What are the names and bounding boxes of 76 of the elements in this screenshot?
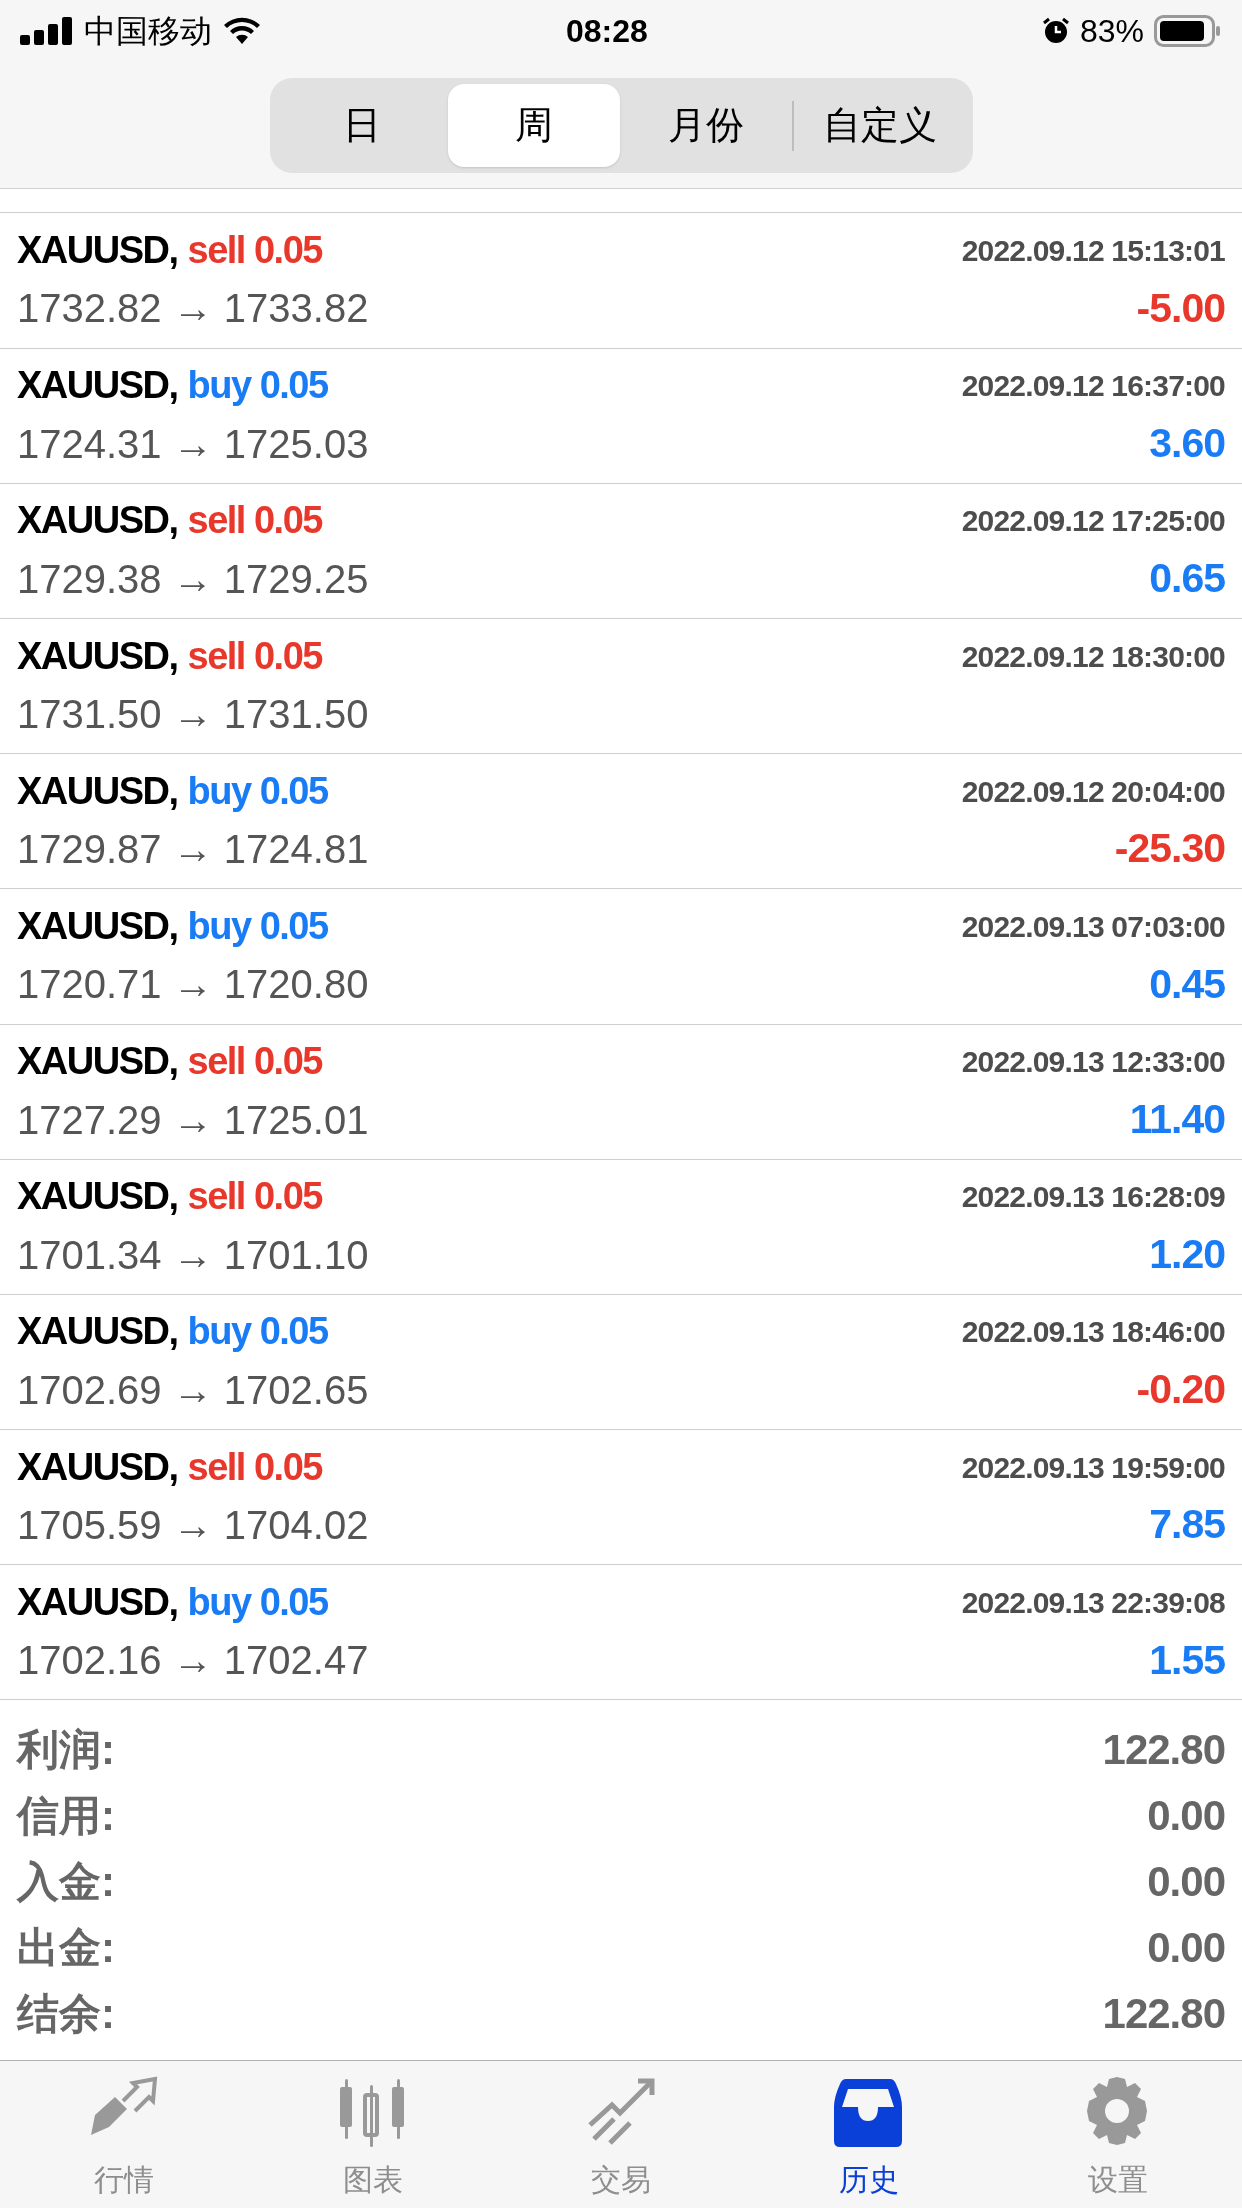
trade-time: 2022.09.13 16:28:09	[961, 1179, 1225, 1216]
order-type: buy 0.05	[187, 363, 328, 409]
carrier-name: 中国移动	[84, 12, 212, 51]
symbol-text: XAUUSD,	[17, 227, 178, 273]
price-range: 1724.31 → 1725.03	[17, 420, 369, 468]
summary-label: 利润:	[17, 1724, 115, 1775]
summary-label: 结余:	[17, 1988, 115, 2039]
symbol-text: XAUUSD,	[17, 1039, 178, 1085]
summary-value: 122.80	[1102, 1724, 1225, 1775]
symbol-text: XAUUSD,	[17, 1309, 178, 1355]
order-type: buy 0.05	[187, 1579, 328, 1625]
trade-time: 2022.09.13 12:33:00	[961, 1044, 1225, 1081]
profit-value: 1.55	[1149, 1635, 1225, 1685]
symbol-text: XAUUSD,	[17, 633, 178, 679]
order-type: sell 0.05	[187, 498, 322, 544]
alarm-icon	[1041, 17, 1070, 45]
period-tab[interactable]: 自定义	[794, 84, 967, 167]
symbol-text: XAUUSD,	[17, 1174, 178, 1220]
trade-time: 2022.09.12 15:13:01	[961, 232, 1225, 269]
symbol-text: XAUUSD,	[17, 363, 178, 409]
price-range: 1705.59 → 1704.02	[17, 1502, 369, 1550]
order-type: buy 0.05	[187, 1309, 328, 1355]
order-type: sell 0.05	[187, 1174, 322, 1220]
profit-value: -25.30	[1114, 824, 1225, 874]
trade-time: 2022.09.12 18:30:00	[961, 638, 1225, 675]
profit-value: -5.00	[1136, 283, 1225, 333]
trade-time: 2022.09.12 16:37:00	[961, 368, 1225, 405]
price-range: 1701.34 → 1701.10	[17, 1231, 369, 1279]
summary-value: 122.80	[1102, 1988, 1225, 2039]
battery-icon	[1154, 15, 1222, 47]
profit-value: 7.85	[1149, 1500, 1225, 1550]
summary-label: 出金:	[17, 1922, 115, 1973]
period-tab[interactable]: 周	[447, 84, 620, 167]
price-range: 1731.50 → 1731.50	[17, 691, 369, 739]
trade-time: 2022.09.13 22:39:08	[961, 1584, 1225, 1621]
summary-label: 信用:	[17, 1790, 115, 1841]
symbol-text: XAUUSD,	[17, 903, 178, 949]
status-time: 08:28	[566, 12, 648, 51]
trade-time: 2022.09.12 17:25:00	[961, 503, 1225, 540]
order-type: sell 0.05	[187, 1039, 322, 1085]
trade-time: 2022.09.13 07:03:00	[961, 908, 1225, 945]
tab-bar-item[interactable]: 历史	[745, 2061, 994, 2208]
profit-value: 11.40	[1129, 1094, 1225, 1144]
wifi-icon	[222, 16, 262, 46]
signal-icon	[20, 17, 74, 45]
price-range: 1727.29 → 1725.01	[17, 1096, 369, 1144]
period-tab[interactable]: 日	[275, 84, 448, 167]
order-type: buy 0.05	[187, 768, 328, 814]
order-type: buy 0.05	[187, 903, 328, 949]
profit-value: 1.20	[1149, 1230, 1225, 1280]
profit-value: 3.60	[1149, 418, 1225, 468]
price-range: 1702.69 → 1702.65	[17, 1366, 369, 1414]
price-range: 1720.71 → 1720.80	[17, 961, 369, 1009]
order-type: sell 0.05	[187, 633, 322, 679]
trade-time: 2022.09.13 18:46:00	[961, 1314, 1225, 1351]
profit-value: 0.45	[1149, 959, 1225, 1009]
profit-value: 0.65	[1149, 554, 1225, 604]
profit-value: -0.20	[1136, 1365, 1225, 1415]
symbol-text: XAUUSD,	[17, 1579, 178, 1625]
order-type: sell 0.05	[187, 1444, 322, 1490]
summary-label: 入金:	[17, 1856, 115, 1907]
price-range: 1729.87 → 1724.81	[17, 826, 369, 874]
symbol-text: XAUUSD,	[17, 498, 178, 544]
price-range: 1702.16 → 1702.47	[17, 1637, 369, 1685]
trade-time: 2022.09.13 19:59:00	[961, 1449, 1225, 1486]
trade-time: 2022.09.12 20:04:00	[961, 773, 1225, 810]
price-range: 1732.82 → 1733.82	[17, 285, 369, 333]
price-range: 1729.38 → 1729.25	[17, 555, 369, 603]
symbol-text: XAUUSD,	[17, 1444, 178, 1490]
period-tab[interactable]: 月份	[620, 84, 793, 167]
summary-value: 0.00	[1147, 1856, 1225, 1907]
order-type: sell 0.05	[187, 227, 322, 273]
battery-percentage: 83%	[1079, 12, 1144, 51]
symbol-text: XAUUSD,	[17, 768, 178, 814]
summary-value: 0.00	[1147, 1790, 1225, 1841]
summary-value: 0.00	[1147, 1922, 1225, 1973]
